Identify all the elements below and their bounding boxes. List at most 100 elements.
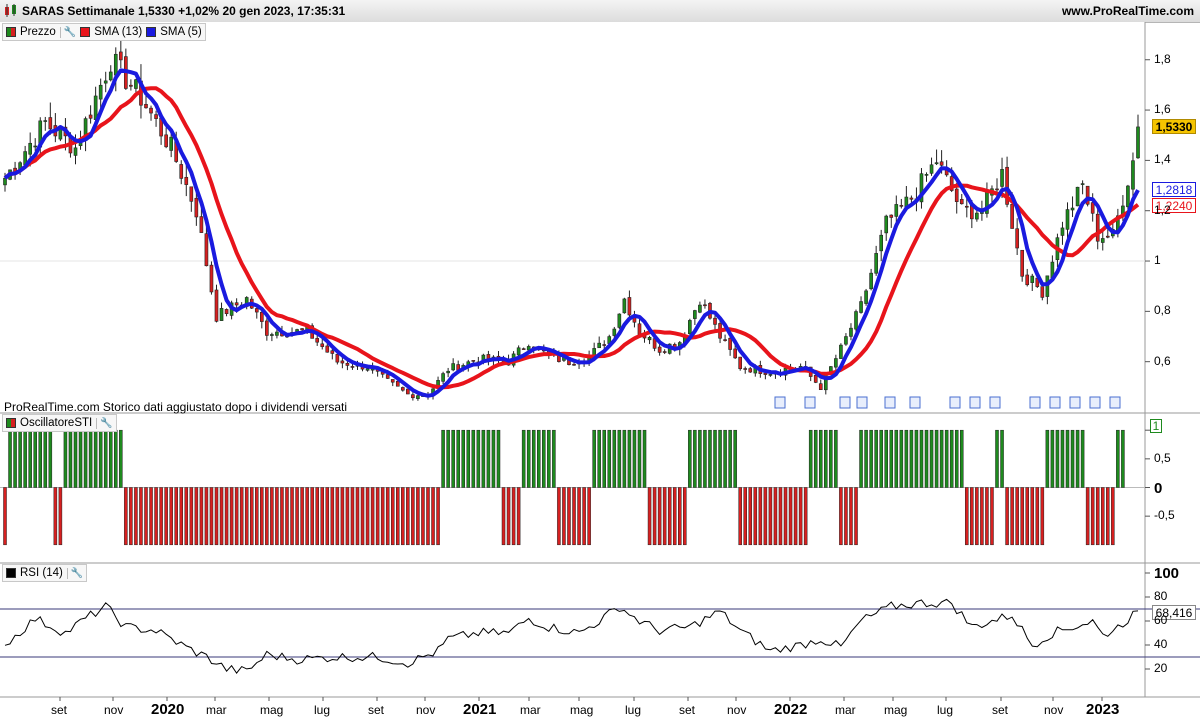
- sti-bar: [3, 487, 7, 546]
- sti-bar: [108, 429, 113, 488]
- sti-bar: [189, 487, 194, 546]
- candle: [108, 71, 113, 81]
- candle: [48, 117, 53, 130]
- candle: [451, 363, 455, 371]
- sti-bar: [295, 487, 299, 546]
- candle: [1020, 249, 1024, 277]
- candle: [1045, 275, 1050, 297]
- sti-bar: [43, 429, 48, 488]
- sti-bar: [526, 429, 531, 488]
- candle: [179, 164, 184, 179]
- candle: [58, 128, 63, 140]
- sti-tick-label: 0: [1154, 479, 1163, 497]
- candle: [1131, 160, 1135, 190]
- sti-bar: [249, 487, 254, 546]
- price-legend[interactable]: Prezzo 🔧 SMA (13) SMA (5): [2, 23, 206, 41]
- sti-bar: [516, 487, 521, 546]
- candle: [854, 311, 858, 330]
- sti-bar: [174, 487, 178, 546]
- sti-bar: [93, 429, 98, 488]
- sti-bar: [1116, 429, 1120, 488]
- sti-bar: [683, 487, 687, 546]
- sti-bar: [426, 487, 430, 546]
- wrench-icon[interactable]: 🔧: [96, 417, 113, 429]
- sti-bar: [939, 429, 944, 488]
- candle: [209, 264, 214, 293]
- sti-legend[interactable]: OscillatoreSTI 🔧: [2, 414, 117, 432]
- sti-bar: [451, 429, 455, 488]
- sti-bar: [83, 429, 88, 488]
- candle: [612, 328, 617, 336]
- candle: [929, 164, 934, 174]
- sti-bar: [1075, 429, 1080, 488]
- sti-bar: [476, 429, 481, 488]
- candle: [844, 336, 848, 345]
- sti-bar: [229, 487, 234, 546]
- sti-bar: [965, 487, 969, 546]
- sti-bar: [547, 429, 551, 488]
- sti-bar: [879, 429, 883, 488]
- candle: [713, 317, 717, 325]
- wrench-icon[interactable]: 🔧: [59, 26, 76, 38]
- candle: [1010, 204, 1014, 229]
- sti-bar: [995, 429, 999, 488]
- candle: [703, 304, 707, 307]
- candle: [73, 147, 78, 156]
- sti-bar: [672, 487, 677, 546]
- sti-swatch: [6, 418, 16, 428]
- sti-bar: [436, 487, 440, 546]
- sti-bar: [894, 429, 899, 488]
- sma13-legend-label: SMA (13): [94, 26, 143, 38]
- sti-bar: [904, 429, 909, 488]
- sti-bar: [214, 487, 219, 546]
- candle: [698, 304, 702, 313]
- candle: [395, 380, 400, 387]
- sti-bar: [1020, 487, 1024, 546]
- sti-bar: [652, 487, 657, 546]
- candle: [315, 338, 320, 343]
- sti-bar: [944, 429, 949, 488]
- candle: [260, 311, 264, 322]
- chart-canvas[interactable]: [0, 0, 1200, 720]
- sti-bar: [864, 429, 868, 488]
- sti-bar: [577, 487, 581, 546]
- candle: [416, 395, 420, 399]
- candle: [657, 346, 662, 353]
- sti-bar: [184, 487, 189, 546]
- candle: [763, 372, 768, 375]
- sti-legend-label: OscillatoreSTI: [20, 417, 93, 429]
- sti-bar: [239, 487, 244, 546]
- wrench-icon[interactable]: 🔧: [66, 567, 83, 579]
- sti-bar: [169, 487, 173, 546]
- sti-bar: [441, 429, 445, 488]
- sti-bar: [667, 487, 672, 546]
- candle: [959, 199, 964, 205]
- sti-bar: [194, 487, 199, 546]
- candle: [975, 212, 979, 220]
- candle: [516, 347, 521, 356]
- candle: [924, 174, 929, 176]
- price-tick-label: 1,2: [1154, 202, 1171, 217]
- sti-bar: [1025, 487, 1029, 546]
- candle: [627, 297, 632, 316]
- sti-bar: [164, 487, 168, 546]
- candle: [1090, 202, 1095, 214]
- candle: [154, 114, 158, 119]
- sti-bar: [642, 429, 647, 488]
- candle: [144, 103, 148, 109]
- candle: [813, 374, 818, 383]
- sti-bar: [139, 487, 143, 546]
- candle: [189, 186, 194, 202]
- sti-bar: [300, 487, 304, 546]
- rsi-legend[interactable]: RSI (14) 🔧: [2, 564, 88, 582]
- candle: [859, 301, 863, 313]
- sti-bar: [793, 487, 798, 546]
- candle: [169, 136, 173, 151]
- candle: [768, 374, 773, 376]
- x-tick-label: mar: [520, 703, 541, 717]
- candle: [521, 348, 526, 350]
- candle: [748, 368, 753, 373]
- sti-bar: [889, 429, 894, 488]
- sti-tick-label: -0,5: [1154, 508, 1175, 523]
- candle: [874, 253, 878, 274]
